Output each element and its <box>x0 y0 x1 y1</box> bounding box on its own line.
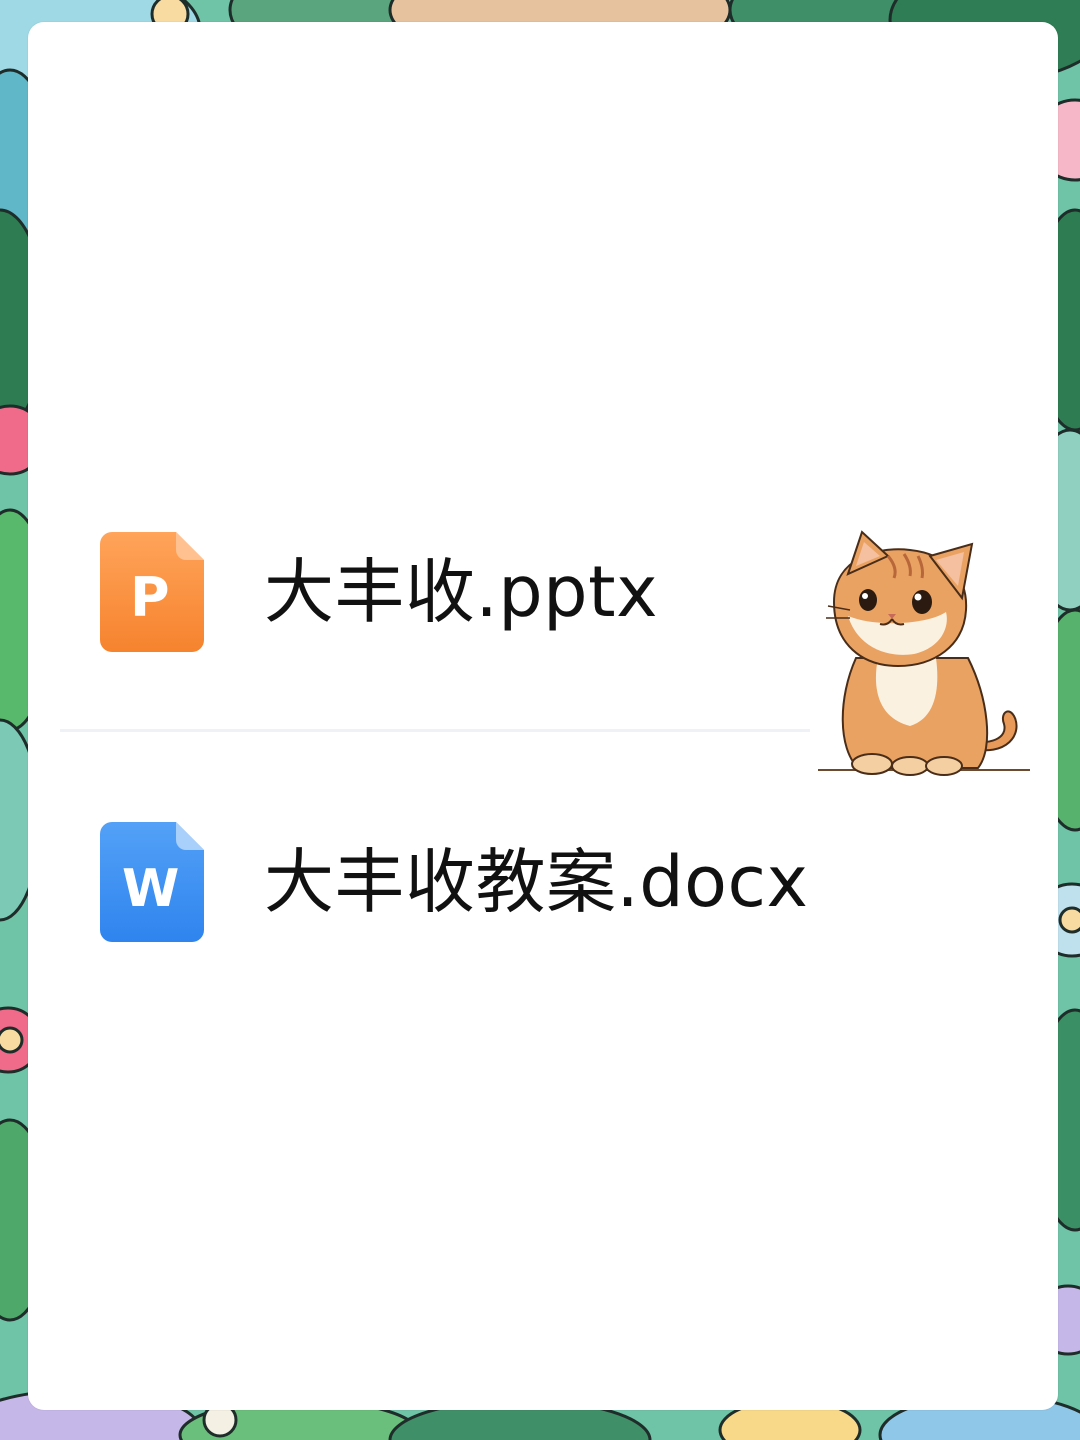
word-file-icon: W <box>100 822 204 942</box>
file-item-pptx[interactable]: P 大丰收.pptx <box>100 522 658 662</box>
svg-text:W: W <box>122 859 179 919</box>
powerpoint-file-icon: P <box>100 532 204 652</box>
file-name: 大丰收.pptx <box>264 551 658 633</box>
divider <box>60 729 810 732</box>
file-item-docx[interactable]: W 大丰收教案.docx <box>100 812 808 952</box>
file-name: 大丰收教案.docx <box>264 841 809 923</box>
svg-text:P: P <box>130 566 170 629</box>
cat-sticker <box>818 530 1030 776</box>
